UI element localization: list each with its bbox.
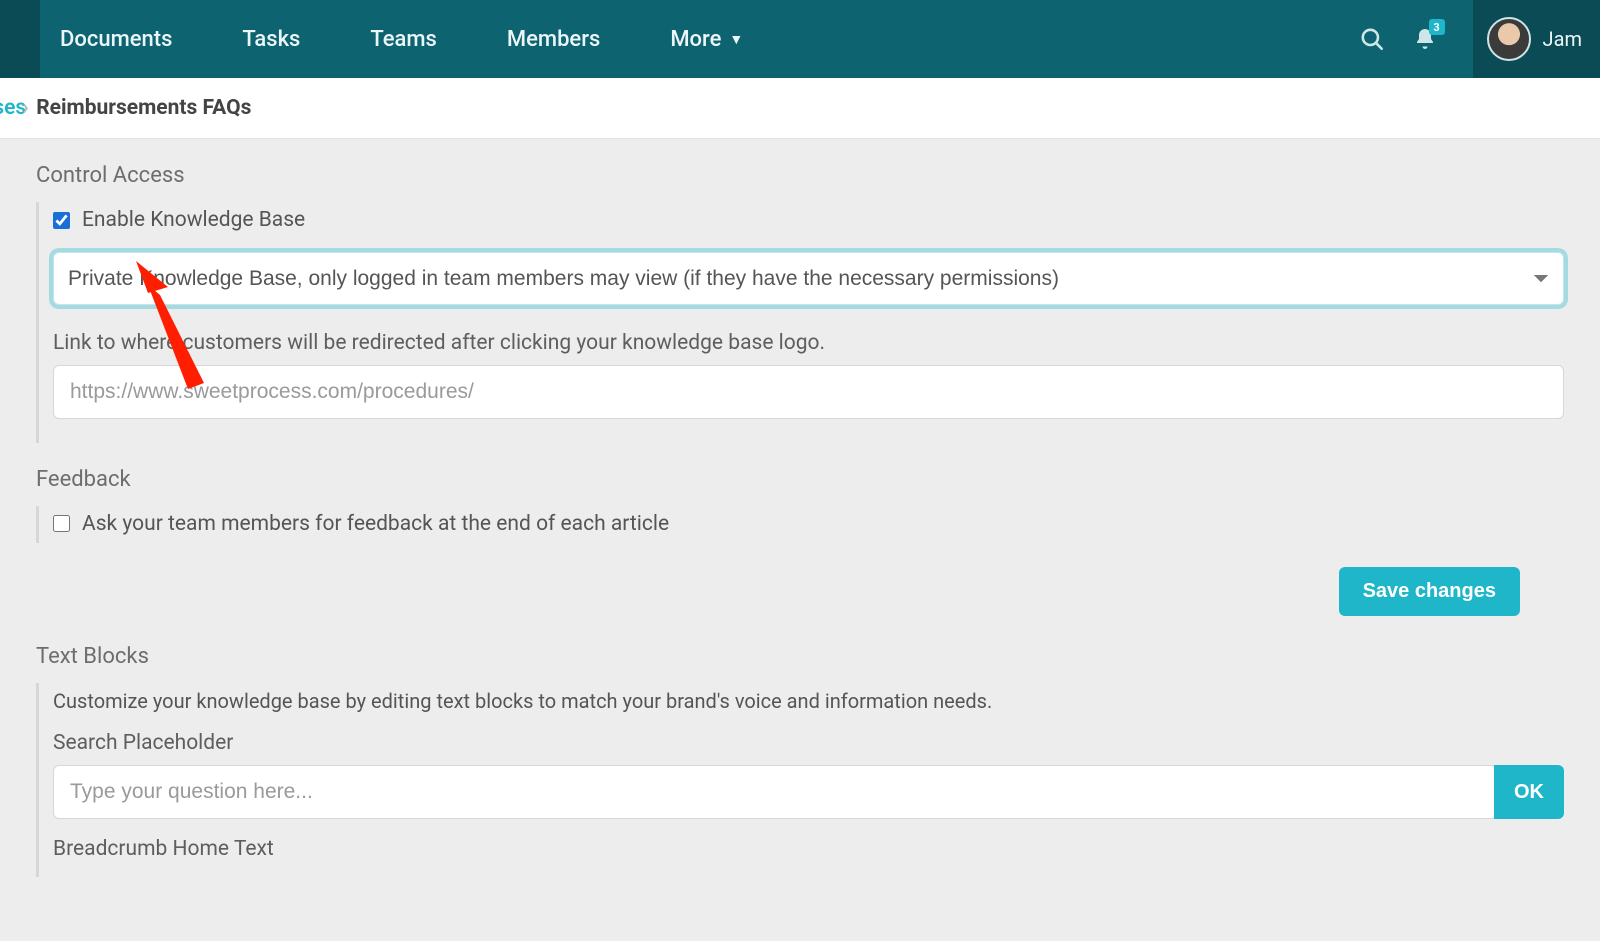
notifications-icon[interactable]: 3 xyxy=(1413,27,1437,51)
primary-nav: Documents Tasks Teams Members More ▼ xyxy=(40,0,1359,78)
text-blocks-blurb: Customize your knowledge base by editing… xyxy=(53,689,1564,713)
section-feedback: Ask your team members for feedback at th… xyxy=(36,506,1564,544)
top-nav: Documents Tasks Teams Members More ▼ 3 J… xyxy=(0,0,1600,78)
nav-members[interactable]: Members xyxy=(507,27,600,52)
ok-button[interactable]: OK xyxy=(1494,765,1564,819)
section-text-blocks: Customize your knowledge base by editing… xyxy=(36,683,1564,877)
search-placeholder-row: OK xyxy=(53,765,1564,819)
avatar xyxy=(1487,17,1531,61)
search-icon[interactable] xyxy=(1359,26,1385,52)
search-placeholder-input[interactable] xyxy=(53,765,1494,819)
username: Jam xyxy=(1543,27,1582,51)
save-button[interactable]: Save changes xyxy=(1339,567,1520,616)
nav-tasks[interactable]: Tasks xyxy=(242,27,300,52)
redirect-url-input[interactable] xyxy=(53,365,1564,419)
breadcrumb: ases › Reimbursements FAQs xyxy=(0,78,1600,139)
nav-more[interactable]: More ▼ xyxy=(670,27,743,52)
page-body: Control Access Enable Knowledge Base Pri… xyxy=(0,139,1600,941)
enable-kb-label: Enable Knowledge Base xyxy=(82,208,305,232)
kb-privacy-select[interactable]: Private Knowledge Base, only logged in t… xyxy=(53,252,1564,305)
user-menu[interactable]: Jam xyxy=(1473,0,1600,78)
breadcrumb-current: Reimbursements FAQs xyxy=(54,96,251,120)
enable-kb-row[interactable]: Enable Knowledge Base xyxy=(53,208,305,232)
chevron-down-icon: ▼ xyxy=(729,31,743,48)
section-control-access: Enable Knowledge Base Private Knowledge … xyxy=(36,202,1564,443)
nav-documents[interactable]: Documents xyxy=(60,27,172,52)
section-title-control-access: Control Access xyxy=(36,163,1564,188)
brand-sliver xyxy=(0,0,40,78)
notifications-badge: 3 xyxy=(1429,19,1445,35)
feedback-row[interactable]: Ask your team members for feedback at th… xyxy=(53,512,669,536)
breadcrumb-home-label: Breadcrumb Home Text xyxy=(53,837,1564,861)
nav-teams[interactable]: Teams xyxy=(370,27,437,52)
nav-right: 3 Jam xyxy=(1359,0,1600,78)
save-row: Save changes xyxy=(36,567,1564,616)
redirect-help-text: Link to where customers will be redirect… xyxy=(53,331,1564,355)
nav-more-label: More xyxy=(670,27,721,52)
section-title-feedback: Feedback xyxy=(36,467,1564,492)
search-placeholder-label: Search Placeholder xyxy=(53,731,1564,755)
enable-kb-checkbox[interactable] xyxy=(53,212,70,229)
feedback-label: Ask your team members for feedback at th… xyxy=(82,512,669,536)
section-title-text-blocks: Text Blocks xyxy=(36,644,1564,669)
feedback-checkbox[interactable] xyxy=(53,515,70,532)
